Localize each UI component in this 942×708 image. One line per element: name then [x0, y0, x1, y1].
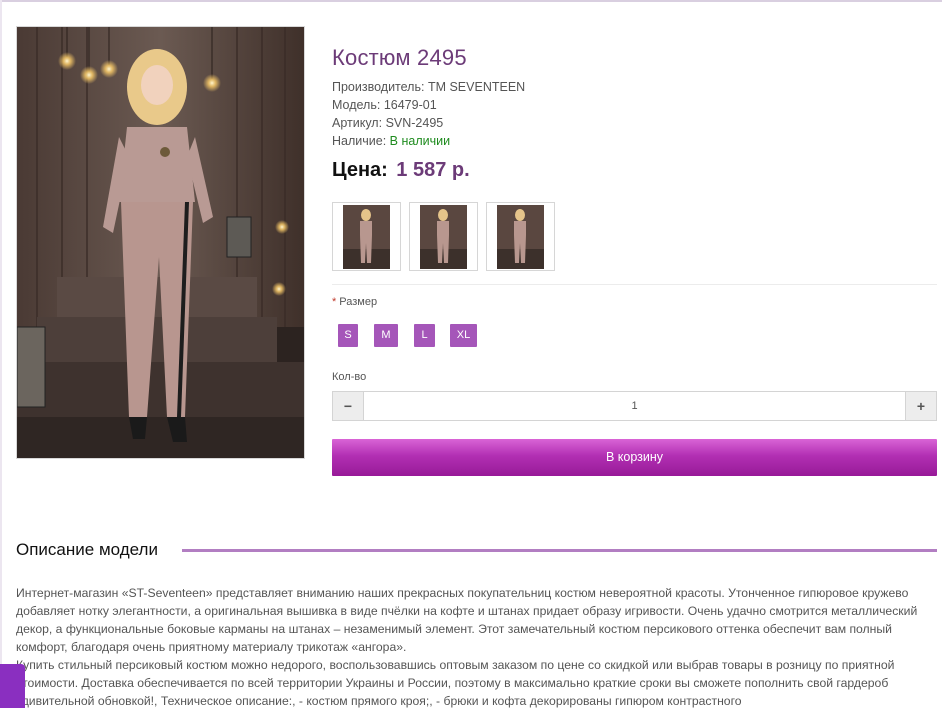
- manufacturer-row: Производитель: TM SEVENTEEN: [332, 78, 937, 96]
- availability-value: В наличии: [389, 134, 451, 148]
- sku-label: Артикул:: [332, 116, 383, 130]
- description-paragraph: Купить стильный персиковый костюм можно …: [16, 658, 895, 708]
- section-divider: [332, 284, 937, 285]
- product-main-image[interactable]: [16, 26, 305, 459]
- top-border: [0, 0, 942, 2]
- left-border: [0, 0, 2, 708]
- description-title: Описание модели: [16, 538, 166, 562]
- manufacturer-label: Производитель:: [332, 80, 425, 94]
- size-button-l[interactable]: L: [414, 324, 435, 347]
- minus-icon[interactable]: −: [333, 392, 364, 420]
- add-to-cart-button[interactable]: В корзину: [332, 439, 937, 476]
- price-label: Цена:: [332, 159, 388, 181]
- sku-value: SVN-2495: [385, 116, 444, 130]
- size-button-s[interactable]: S: [338, 324, 358, 347]
- required-mark: *: [332, 296, 337, 308]
- price-value: 1 587 р.: [396, 159, 470, 181]
- size-label-text: Размер: [339, 296, 378, 308]
- product-thumbnail[interactable]: [486, 202, 555, 271]
- quantity-label: Кол-во: [332, 371, 367, 383]
- quantity-input[interactable]: [365, 392, 904, 420]
- chat-widget-tab[interactable]: [0, 664, 25, 708]
- size-button-xl[interactable]: XL: [450, 324, 477, 347]
- manufacturer-value[interactable]: TM SEVENTEEN: [428, 80, 525, 94]
- size-option-label: * Размер: [332, 296, 377, 308]
- availability-row: Наличие: В наличии: [332, 132, 937, 150]
- product-photo-illustration: [17, 27, 304, 458]
- model-label: Модель:: [332, 98, 381, 112]
- thumbnail-illustration: [420, 205, 467, 269]
- plus-icon[interactable]: +: [905, 392, 936, 420]
- description-paragraph: Интернет-магазин «ST-Seventeen» представ…: [16, 586, 918, 654]
- description-text: Интернет-магазин «ST-Seventeen» представ…: [16, 584, 939, 708]
- product-title: Костюм 2495: [332, 45, 467, 70]
- thumbnail-illustration: [343, 205, 390, 269]
- description-divider-line: [182, 549, 937, 552]
- description-header: Описание модели: [16, 538, 937, 562]
- model-row: Модель: 16479-01: [332, 96, 937, 114]
- quantity-stepper: − +: [332, 391, 937, 421]
- product-meta: Производитель: TM SEVENTEEN Модель: 1647…: [332, 78, 937, 150]
- product-info: Костюм 2495 Производитель: TM SEVENTEEN …: [332, 44, 937, 184]
- size-button-m[interactable]: M: [374, 324, 398, 347]
- thumbnail-illustration: [497, 205, 544, 269]
- product-thumbnail[interactable]: [332, 202, 401, 271]
- sku-row: Артикул: SVN-2495: [332, 114, 937, 132]
- model-value: 16479-01: [383, 98, 437, 112]
- product-thumbnail[interactable]: [409, 202, 478, 271]
- price-row: Цена: 1 587 р.: [332, 156, 937, 184]
- availability-label: Наличие:: [332, 134, 387, 148]
